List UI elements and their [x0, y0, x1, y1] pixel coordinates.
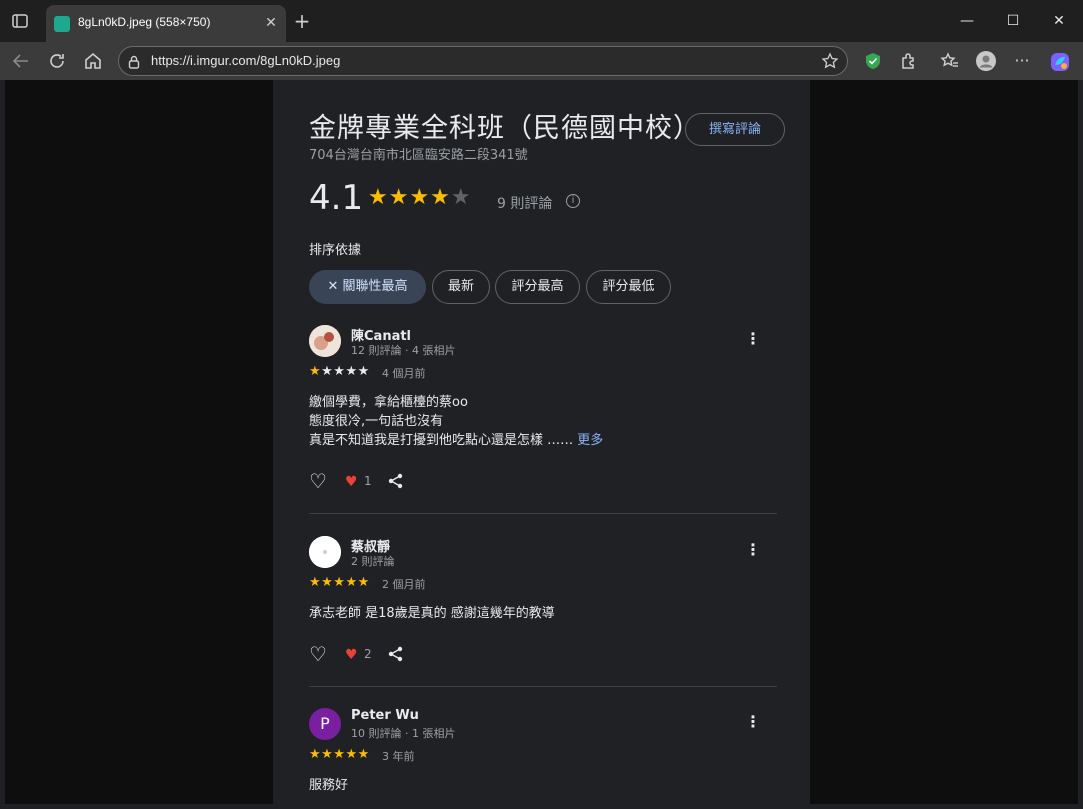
close-tab-icon[interactable]: ✕	[262, 14, 280, 32]
review-stars: ★★★★★	[309, 747, 370, 762]
refresh-icon[interactable]	[46, 50, 68, 72]
more-link[interactable]: 更多	[577, 433, 603, 448]
info-icon[interactable]: i	[566, 194, 580, 208]
more-options-icon[interactable]: ⋮	[745, 540, 761, 560]
sort-chip-lowest[interactable]: 評分最低	[586, 270, 671, 304]
review-time: 4 個月前	[382, 367, 426, 380]
share-icon[interactable]	[387, 472, 405, 490]
minimize-icon[interactable]: —	[956, 10, 978, 32]
tab-title: 8gLn0kD.jpeg (558×750)	[78, 15, 211, 29]
place-title: 金牌專業全科班（民德國中校）	[309, 113, 701, 144]
review-actions: ♡ ♥ 2	[309, 644, 509, 666]
write-review-button[interactable]: 撰寫評論	[685, 113, 785, 146]
heart-reaction-icon: ♥	[345, 474, 358, 490]
reviews-panel: 金牌專業全科班（民德國中校） 704台灣台南市北區臨安路二段341號 撰寫評論 …	[273, 80, 810, 804]
rating-value: 4.1	[309, 178, 364, 218]
review-line: 承志老師 是18歲是真的 感謝這幾年的教導	[309, 606, 555, 621]
reviewer-meta: 10 則評論 · 1 張相片	[351, 727, 456, 740]
extensions-puzzle-icon[interactable]	[899, 51, 919, 71]
sort-chip-relevance[interactable]: ✕ 關聯性最高	[309, 270, 426, 304]
divider	[309, 686, 777, 687]
reaction-count: 2	[364, 647, 372, 661]
review-line: 真是不知道我是打擾到他吃點心還是怎樣 ……	[309, 433, 574, 448]
reaction-count: 1	[364, 474, 372, 488]
review-count: 9 則評論	[497, 196, 553, 212]
address-toolbar: https://i.imgur.com/8gLn0kD.jpeg ···	[0, 42, 1083, 80]
avatar[interactable]: P	[309, 708, 341, 740]
place-address: 704台灣台南市北區臨安路二段341號	[309, 148, 528, 163]
back-arrow-icon[interactable]	[10, 50, 32, 72]
reviewer-name[interactable]: Peter Wu	[351, 708, 419, 723]
rating-stars: ★★★★★	[368, 185, 472, 210]
copilot-icon[interactable]	[1049, 51, 1069, 71]
avatar[interactable]	[309, 325, 341, 357]
shield-extension-icon[interactable]	[863, 51, 883, 71]
review-line: 繳個學費，拿給櫃檯的蔡oo	[309, 395, 468, 410]
address-bar[interactable]: https://i.imgur.com/8gLn0kD.jpeg	[118, 46, 848, 76]
sort-chip-newest[interactable]: 最新	[432, 270, 490, 304]
review-item: 陳Canatl 12 則評論 · 4 張相片 ⋮ ★★★★★ 4 個月前 繳個學…	[309, 325, 777, 491]
lock-icon[interactable]	[127, 54, 141, 69]
avatar[interactable]	[309, 536, 341, 568]
tab-actions-icon[interactable]	[11, 12, 29, 30]
profile-avatar-icon[interactable]	[976, 51, 996, 71]
clear-icon: ✕	[327, 279, 339, 294]
tab-active[interactable]: 8gLn0kD.jpeg (558×750) ✕	[46, 5, 286, 42]
review-time: 2 個月前	[382, 578, 426, 591]
review-line: 服務好	[309, 778, 349, 793]
share-icon[interactable]	[387, 645, 405, 663]
review-line: 態度很冷,一句話也沒有	[309, 414, 444, 429]
reviewer-meta: 12 則評論 · 4 張相片	[351, 344, 456, 357]
imgur-favicon-icon	[54, 16, 70, 32]
like-heart-icon[interactable]: ♡	[309, 471, 329, 491]
review-text: 服務好	[309, 776, 348, 795]
favorite-star-icon[interactable]	[821, 52, 839, 70]
review-text: 承志老師 是18歲是真的 感謝這幾年的教導	[309, 604, 555, 623]
review-item: 蔡叔靜 2 則評論 ⋮ ★★★★★ 2 個月前 承志老師 是18歲是真的 感謝這…	[309, 536, 777, 666]
review-text: 繳個學費，拿給櫃檯的蔡oo 態度很冷,一句話也沒有 真是不知道我是打擾到他吃點心…	[309, 393, 603, 450]
reviewer-meta: 2 則評論	[351, 555, 395, 568]
sort-label: 排序依據	[309, 243, 362, 258]
review-item: P Peter Wu 10 則評論 · 1 張相片 ⋮ ★★★★★ 3 年前 服…	[309, 708, 777, 804]
close-window-icon[interactable]: ✕	[1048, 10, 1070, 32]
home-icon[interactable]	[82, 50, 104, 72]
like-heart-icon[interactable]: ♡	[309, 644, 329, 664]
review-actions: ♡ ♥ 1	[309, 471, 509, 493]
more-options-icon[interactable]: ⋮	[745, 712, 761, 732]
heart-reaction-icon: ♥	[345, 647, 358, 663]
new-tab-icon[interactable]: +	[292, 11, 312, 32]
review-stars: ★★★★★	[309, 575, 370, 590]
title-bar: 8gLn0kD.jpeg (558×750) ✕ + — ☐ ✕	[0, 0, 1083, 42]
more-menu-icon[interactable]: ···	[1012, 51, 1032, 71]
more-options-icon[interactable]: ⋮	[745, 329, 761, 349]
url-text[interactable]: https://i.imgur.com/8gLn0kD.jpeg	[151, 53, 340, 68]
chip-label: 關聯性最高	[342, 279, 408, 294]
browser-window: 8gLn0kD.jpeg (558×750) ✕ + — ☐ ✕ https:/…	[0, 0, 1083, 809]
divider	[309, 513, 777, 514]
maximize-icon[interactable]: ☐	[1002, 10, 1024, 32]
page-viewport: 金牌專業全科班（民德國中校） 704台灣台南市北區臨安路二段341號 撰寫評論 …	[5, 80, 1078, 804]
review-stars: ★★★★★	[309, 364, 370, 379]
favorites-icon[interactable]	[940, 51, 960, 71]
review-time: 3 年前	[382, 750, 415, 763]
sort-chip-highest[interactable]: 評分最高	[495, 270, 580, 304]
